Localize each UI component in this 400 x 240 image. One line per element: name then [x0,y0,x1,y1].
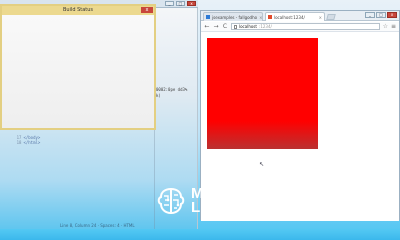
browser-tab-active[interactable]: localhost:1234/ × [265,12,325,21]
page-icon [206,15,210,19]
mindluster-watermark: Mind Luster [156,186,237,216]
browser-tab[interactable]: jsexamples - fallgodho × [203,12,263,21]
window-title: Build Status [62,7,94,13]
line-number: 18 [16,140,22,145]
brand-name: Mind Luster [191,186,237,216]
url-host: localhost [239,24,257,29]
minimize-button[interactable]: _ [365,12,375,18]
maximize-button[interactable]: □ [176,1,185,6]
back-button[interactable]: ← [204,23,210,30]
menu-icon[interactable]: ≡ [391,23,396,30]
minimize-button[interactable]: _ [165,1,174,6]
bookmark-star-icon[interactable]: ☆ [383,23,388,30]
address-bar[interactable]: localhost:1234/ [231,23,380,30]
editor-window-buttons: _ □ x [165,1,196,6]
browser-window-buttons: _ □ x [365,12,397,18]
new-tab-button[interactable] [326,14,336,20]
close-button[interactable]: x [141,7,153,13]
url-port: :1234/ [258,24,272,29]
code-line: 0002:0pe dd3% [156,87,188,92]
maximize-button[interactable]: □ [376,12,386,18]
build-status-window[interactable]: Build Status x [0,4,156,130]
bottom-band [0,229,400,240]
tab-label: jsexamples - fallgodho [212,14,258,20]
tab-label: localhost:1234/ [274,14,305,20]
close-icon[interactable]: × [259,15,262,20]
close-button[interactable]: x [387,12,397,18]
box-shadow-overlay [207,121,318,149]
code-text: </html> [23,140,41,145]
browser-toolbar: ← → C localhost:1234/ ☆ ≡ [201,22,399,32]
build-titlebar[interactable]: Build Status x [2,6,154,15]
tab-strip: jsexamples - fallgodho × localhost:1234/… [201,11,399,21]
close-button[interactable]: x [187,1,196,6]
close-icon[interactable]: × [319,15,322,20]
code-line: k) [156,93,161,98]
red-square [207,38,318,149]
page-icon [234,24,237,29]
brain-logo-icon [156,186,186,216]
page-icon [268,15,272,19]
code-snippet: 0002:0pe dd3% k) [156,87,188,98]
brand-line-2: Luster [191,199,237,216]
forward-button[interactable]: → [213,23,219,30]
reload-button[interactable]: C [222,23,228,30]
code-area[interactable]: 17 </body> 18 </html> [0,130,198,190]
mouse-cursor-icon: ↖ [259,161,265,168]
